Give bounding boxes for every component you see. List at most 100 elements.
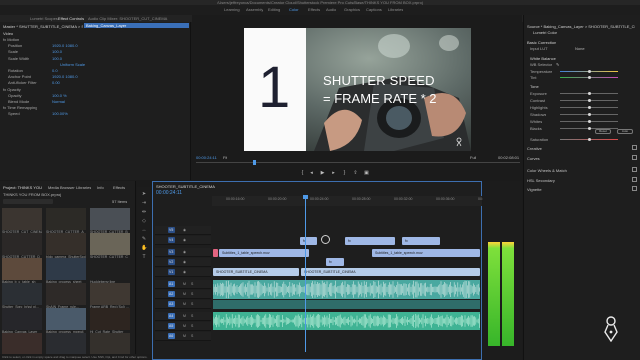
program-playhead[interactable] — [253, 160, 256, 165]
step-forward-icon[interactable]: ▸ — [331, 171, 336, 176]
program-timecode[interactable]: 00:00:24:11 — [196, 155, 217, 160]
effect-row-value[interactable]: 100.0 — [52, 56, 62, 61]
project-thumbnail[interactable] — [90, 333, 130, 355]
project-thumbnail[interactable] — [46, 333, 86, 355]
slider-knob[interactable] — [587, 70, 591, 73]
tab-effects[interactable]: Effects — [113, 185, 125, 190]
curves-section[interactable]: Curves — [527, 156, 540, 161]
reset-button[interactable]: Reset — [595, 129, 611, 134]
vignette-section[interactable]: Vignette — [527, 187, 542, 192]
project-thumbnail[interactable] — [46, 258, 86, 280]
auto-button[interactable]: Auto — [617, 129, 633, 134]
tab-libraries[interactable]: Libraries — [76, 185, 91, 190]
tab-audio-clip-mixer[interactable]: Audio Clip Mixer: SHOOTER_CUT_CINEMA — [88, 16, 168, 21]
mark-out-icon[interactable]: } — [342, 171, 347, 176]
eye-icon[interactable]: ◉ — [183, 270, 186, 274]
program-fit[interactable]: Fit — [223, 155, 227, 160]
mute-icon[interactable]: M — [183, 314, 186, 318]
project-thumbnail[interactable] — [46, 283, 86, 305]
eye-icon[interactable]: ◉ — [183, 250, 186, 254]
effect-row-value[interactable]: 100.0 — [52, 49, 62, 54]
workspace-captions[interactable]: Captions — [366, 7, 382, 12]
creative-toggle[interactable] — [632, 145, 637, 150]
curves-toggle[interactable] — [632, 155, 637, 160]
project-thumbnail[interactable] — [46, 208, 86, 230]
timeline-tab[interactable]: SHOOTER_SUBTITLE_CINEMA — [156, 184, 216, 189]
workspace-color[interactable]: Color — [289, 7, 299, 12]
effect-row-value[interactable]: 0.0 — [52, 68, 58, 73]
pen-tool-icon[interactable]: ✎ — [141, 236, 147, 242]
slider-knob[interactable] — [587, 99, 591, 102]
lumetri-preset[interactable]: Lumetri Color — [533, 30, 557, 35]
project-thumbnail[interactable] — [2, 283, 42, 305]
color-wheels-toggle[interactable] — [632, 167, 637, 172]
project-thumbnail[interactable] — [2, 333, 42, 355]
eye-icon[interactable]: ◉ — [183, 238, 186, 242]
timeline-playhead[interactable] — [305, 196, 306, 352]
mute-icon[interactable]: M — [183, 334, 186, 338]
export-frame-icon[interactable]: ▣ — [364, 171, 369, 176]
tab-media-browser[interactable]: Media Browser — [48, 185, 75, 190]
project-thumbnail[interactable] — [90, 208, 130, 230]
solo-icon[interactable]: S — [191, 302, 193, 306]
slider-knob[interactable] — [587, 127, 591, 130]
tab-info[interactable]: Info — [97, 185, 104, 190]
workspace-graphics[interactable]: Graphics — [344, 7, 360, 12]
slider-knob[interactable] — [587, 76, 591, 79]
eye-icon[interactable]: ◉ — [183, 260, 186, 264]
lift-icon[interactable]: ⇧ — [353, 171, 358, 176]
effect-row-value[interactable]: 100.0 % — [52, 93, 67, 98]
slip-tool-icon[interactable]: ↔ — [141, 227, 147, 233]
project-thumbnail[interactable] — [46, 308, 86, 330]
mute-icon[interactable]: M — [183, 282, 186, 286]
effect-row-value[interactable]: 1920.0 1080.0 — [52, 43, 78, 48]
effect-row-value[interactable]: Normal — [52, 99, 65, 104]
tab-effect-controls[interactable]: Effect Controls — [58, 16, 84, 21]
effect-row-value[interactable]: 100.00% — [52, 111, 68, 116]
project-thumbnail[interactable] — [90, 283, 130, 305]
effect-row-value[interactable]: Uniform Scale — [60, 62, 85, 67]
project-thumbnail[interactable] — [2, 208, 42, 230]
ripple-edit-icon[interactable]: ⇹ — [141, 209, 147, 215]
mute-icon[interactable]: M — [183, 292, 186, 296]
slider-knob[interactable] — [587, 138, 591, 141]
hsl-secondary-section[interactable]: HSL Secondary — [527, 178, 555, 183]
playhead-handle[interactable] — [303, 195, 308, 199]
razor-icon[interactable]: ◇ — [141, 218, 147, 224]
project-thumbnail[interactable] — [46, 233, 86, 255]
project-thumbnail[interactable] — [2, 308, 42, 330]
eyedropper-icon[interactable]: ✎ — [556, 62, 559, 67]
hand-tool-icon[interactable]: ✋ — [141, 245, 147, 251]
slider-knob[interactable] — [587, 106, 591, 109]
play-icon[interactable]: ▶ — [320, 171, 325, 176]
slider-knob[interactable] — [587, 120, 591, 123]
type-tool-icon[interactable]: T — [141, 254, 147, 260]
mute-icon[interactable]: M — [183, 324, 186, 328]
project-thumbnail[interactable] — [90, 258, 130, 280]
workspace-audio[interactable]: Audio — [326, 7, 336, 12]
slider-knob[interactable] — [587, 113, 591, 116]
hsl-toggle[interactable] — [632, 177, 637, 182]
basic-correction-header[interactable]: Basic Correction — [527, 40, 556, 45]
vignette-toggle[interactable] — [632, 186, 637, 191]
workspace-editing[interactable]: Editing — [268, 7, 280, 12]
mute-icon[interactable]: M — [183, 302, 186, 306]
clip-v3-marker[interactable] — [213, 249, 218, 257]
program-scrub-bar[interactable] — [196, 162, 520, 163]
effect-row-value[interactable]: 0.00 — [52, 80, 60, 85]
solo-icon[interactable]: S — [191, 292, 193, 296]
solo-icon[interactable]: S — [191, 282, 193, 286]
creative-section[interactable]: Creative — [527, 146, 542, 151]
input-lut-value[interactable]: None — [575, 46, 585, 51]
tab-project[interactable]: Project: THINKS YOU FROM BOX — [3, 185, 43, 190]
timeline-timecode[interactable]: 00:00:24:11 — [156, 190, 182, 196]
solo-icon[interactable]: S — [191, 334, 193, 338]
slider-knob[interactable] — [587, 92, 591, 95]
color-wheels-section[interactable]: Color Wheels & Match — [527, 168, 567, 173]
effect-row-value[interactable]: 1920.0 1080.0 — [52, 74, 78, 79]
step-back-icon[interactable]: ◂ — [309, 171, 314, 176]
workspace-effects[interactable]: Effects — [308, 7, 320, 12]
track-select-icon[interactable]: ⇥ — [141, 200, 147, 206]
workspace-libraries[interactable]: Libraries — [388, 7, 403, 12]
project-thumbnail[interactable] — [2, 233, 42, 255]
